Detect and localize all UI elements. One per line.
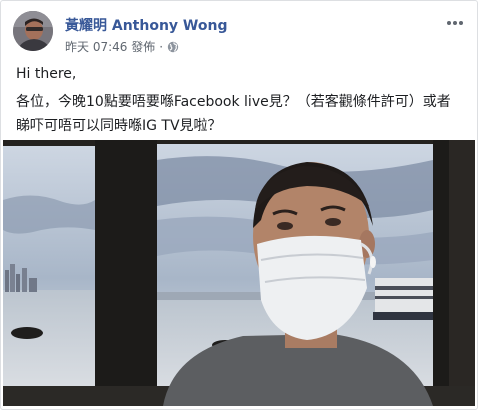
post-timestamp[interactable]: 昨天 07:46 發佈 [65,40,155,54]
post-header: 黃耀明 Anthony Wong 昨天 07:46 發佈 · [13,11,467,55]
avatar-image [13,11,53,51]
avatar[interactable] [13,11,53,51]
author-name[interactable]: 黃耀明 Anthony Wong [65,15,227,35]
more-options-button[interactable] [445,13,465,33]
globe-icon[interactable] [167,41,179,53]
facebook-post: 黃耀明 Anthony Wong 昨天 07:46 發佈 · Hi there, … [0,0,478,410]
selfie-image [3,140,475,406]
post-text-line: 各位，今晚10點要唔要喺Facebook live見？（若客觀條件許可）或者睇吓… [16,94,451,134]
post-photo[interactable] [3,140,475,406]
post-text: Hi there, 各位，今晚10點要唔要喺Facebook live見？（若客… [16,62,463,138]
more-options-icon [447,21,463,25]
post-text-line: Hi there, [16,66,77,82]
meta-separator: · [159,40,164,54]
post-meta: 昨天 07:46 發佈 · [65,38,179,55]
